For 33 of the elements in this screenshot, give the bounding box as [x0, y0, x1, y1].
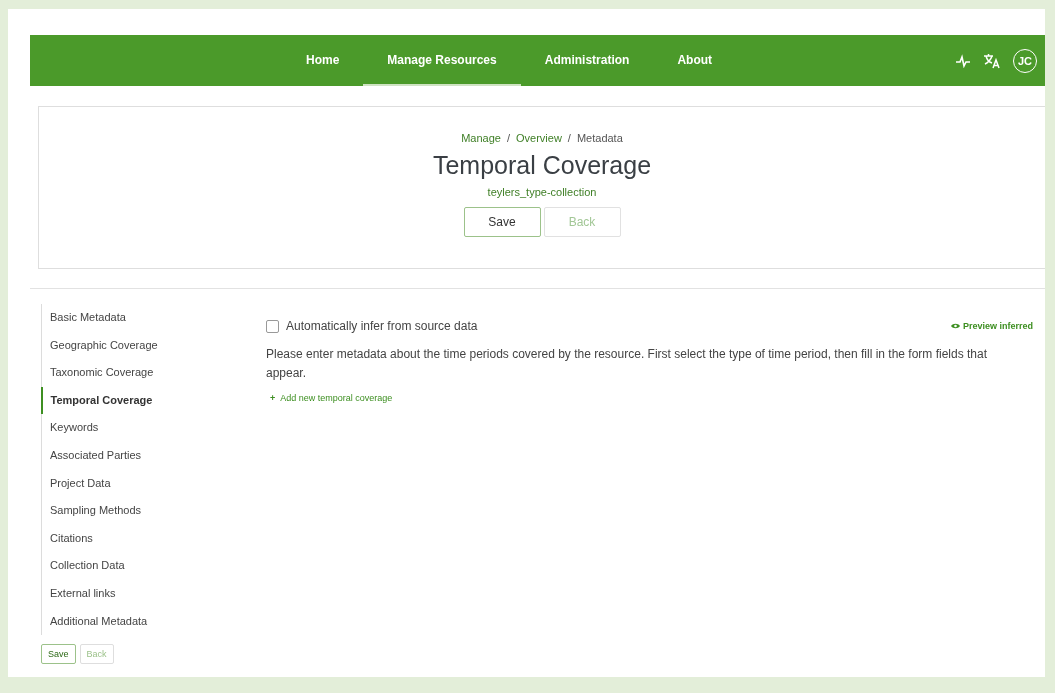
checkbox-label: Automatically infer from source data: [286, 319, 478, 333]
sidebar-item[interactable]: Keywords: [42, 414, 243, 442]
sidebar-item[interactable]: Associated Parties: [42, 441, 243, 470]
description-text: Please enter metadata about the time periods covered by the resource. First select the type of time period, then fill in the form fields that appear.: [266, 346, 989, 382]
sidebar-item[interactable]: Additional Metadata: [42, 607, 243, 636]
save-button[interactable]: Save: [41, 644, 76, 665]
eye-icon: [950, 323, 960, 329]
nav-link[interactable]: Home: [282, 35, 364, 86]
add-coverage-link[interactable]: + Add new temporal coverage: [266, 393, 393, 403]
pulse-icon[interactable]: [955, 53, 971, 68]
nav-link[interactable]: About: [653, 35, 737, 86]
sidebar-item[interactable]: Geographic Coverage: [42, 331, 243, 360]
sidebar-item[interactable]: Taxonomic Coverage: [42, 359, 243, 387]
nav-link[interactable]: Manage Resources: [363, 35, 521, 86]
breadcrumb-link[interactable]: Overview: [516, 132, 562, 144]
sidebar-item[interactable]: External links: [42, 579, 243, 608]
breadcrumb-separator: /: [567, 132, 571, 144]
preview-link[interactable]: Preview inferred: [950, 321, 1033, 331]
breadcrumb-link[interactable]: Manage: [461, 132, 501, 144]
sidebar-item[interactable]: Collection Data: [42, 552, 243, 580]
sidebar-item[interactable]: Temporal Coverage: [40, 386, 243, 415]
current-page-label: Metadata: [576, 132, 623, 144]
sidebar-item[interactable]: Sampling Methods: [42, 497, 243, 525]
sidebar-item[interactable]: Project Data: [42, 469, 243, 498]
breadcrumb-separator: /: [506, 132, 510, 144]
checkbox[interactable]: [266, 319, 279, 333]
page-title: Temporal Coverage: [432, 151, 652, 180]
nav-link[interactable]: Administration: [520, 35, 654, 86]
save-button[interactable]: Save: [463, 207, 541, 237]
sidebar-item[interactable]: Citations: [42, 524, 243, 553]
translate-icon[interactable]: [983, 52, 1001, 69]
sidebar-item[interactable]: Basic Metadata: [42, 304, 243, 332]
resource-name: teylers_type-collection: [487, 186, 597, 198]
